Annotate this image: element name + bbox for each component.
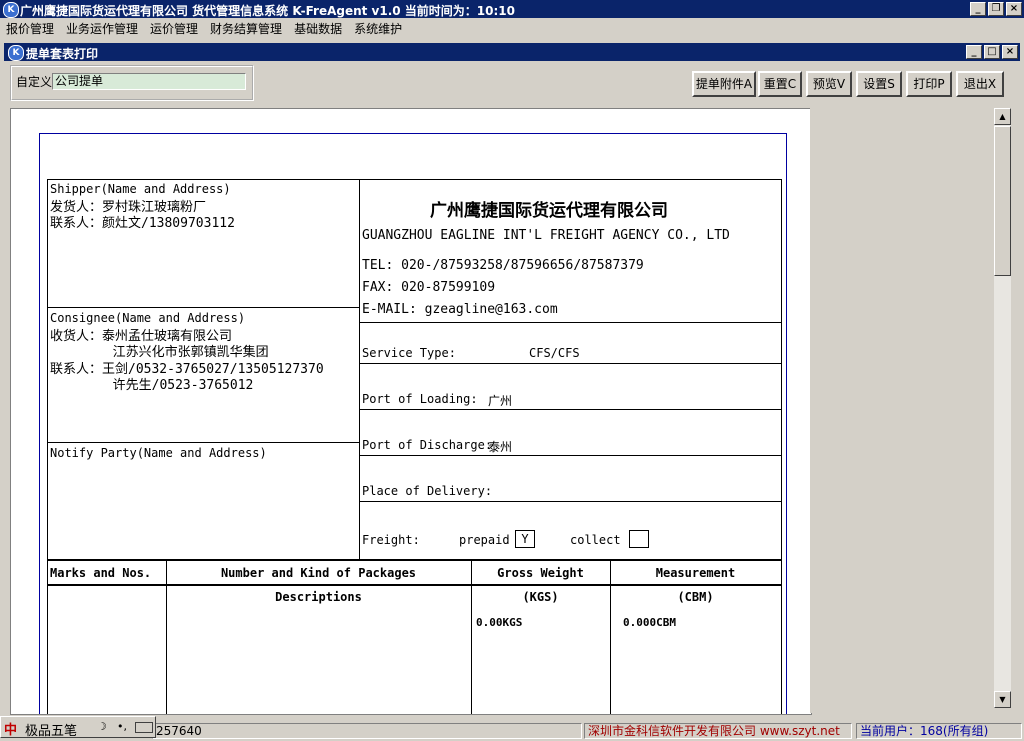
restore-icon[interactable]: ❐: [988, 2, 1004, 16]
descriptions-header: Descriptions: [275, 590, 362, 604]
scroll-up-icon[interactable]: ▲: [994, 108, 1011, 125]
shipper-header: Shipper(Name and Address): [50, 182, 231, 196]
measurement-value: 0.000CBM: [623, 616, 676, 629]
prepaid-box: Y: [515, 530, 535, 548]
attachment-button[interactable]: 提单附件A: [692, 71, 756, 97]
bill-of-lading-page: Shipper(Name and Address) 发货人：罗村珠江玻璃粉厂 联…: [39, 133, 787, 714]
gross-weight-header: Gross Weight: [497, 566, 584, 580]
ime-chinese-icon[interactable]: 中: [4, 719, 17, 738]
consignee-header: Consignee(Name and Address): [50, 311, 246, 325]
status-left: 257640: [152, 723, 582, 739]
close-icon[interactable]: ×: [1006, 2, 1022, 16]
minimize-icon[interactable]: _: [970, 2, 986, 16]
child-window-title-bar: K 提单套表打印 _ □ ×: [4, 43, 1020, 61]
kgs-unit: (KGS): [522, 590, 559, 604]
preview-background: [810, 108, 994, 713]
child-window-icon: K: [8, 45, 24, 61]
measurement-header: Measurement: [655, 566, 736, 580]
menu-bar: 报价管理 业务运作管理 运价管理 财务结算管理 基础数据 系统维护: [0, 18, 1024, 38]
app-title: 广州鹰捷国际货运代理有限公司 货代管理信息系统 K-FreAgent v1.0 …: [20, 4, 516, 18]
menu-rates[interactable]: 运价管理: [144, 20, 204, 37]
menu-finance[interactable]: 财务结算管理: [204, 20, 288, 37]
child-window-title: 提单套表打印: [26, 47, 99, 61]
app-title-bar: K 广州鹰捷国际货运代理有限公司 货代管理信息系统 K-FreAgent v1.…: [0, 0, 1024, 18]
cbm-unit: (CBM): [677, 590, 714, 604]
service-type-value: CFS/CFS: [529, 346, 580, 360]
child-minimize-icon[interactable]: _: [966, 45, 982, 59]
reset-button[interactable]: 重置C: [758, 71, 802, 97]
shipper-contact: 联系人：颜灶文/13809703112: [50, 216, 235, 231]
port-of-discharge-label: Port of Discharge:: [362, 438, 493, 452]
consignee-contact-2: 许先生/0523-3765012: [50, 378, 254, 393]
print-button[interactable]: 打印P: [906, 71, 952, 97]
menu-basic-data[interactable]: 基础数据: [288, 20, 348, 37]
gross-weight-value: 0.00KGS: [476, 616, 523, 629]
place-of-delivery-label: Place of Delivery:: [362, 484, 493, 498]
collect-label: collect: [570, 533, 621, 547]
company-name-cn: 广州鹰捷国际货运代理有限公司: [430, 201, 668, 221]
status-user: 当前用户：168(所有组): [856, 723, 1022, 739]
port-of-discharge-value: 泰州: [488, 440, 513, 454]
marks-header: Marks and Nos.: [50, 566, 152, 580]
child-maximize-icon[interactable]: □: [984, 45, 1000, 59]
port-of-loading-value: 广州: [488, 394, 513, 408]
service-type-label: Service Type:: [362, 346, 456, 360]
settings-button[interactable]: 设置S: [856, 71, 902, 97]
company-tel: TEL: 020-/87593258/87596656/87587379: [362, 258, 644, 273]
app-logo-icon: K: [3, 2, 19, 18]
ime-keyboard-icon[interactable]: [135, 722, 153, 733]
status-company: 深圳市金科信软件开发有限公司 www.szyt.net: [584, 723, 852, 739]
toolbar: 自定义 公司提单 提单附件A 重置C 预览V 设置S 打印P 退出X: [4, 61, 1020, 107]
child-close-icon[interactable]: ×: [1002, 45, 1018, 59]
company-name-en: GUANGZHOU EAGLINE INT'L FREIGHT AGENCY C…: [362, 228, 730, 243]
company-email: E-MAIL: gzeagline@163.com: [362, 302, 558, 317]
menu-quote[interactable]: 报价管理: [0, 20, 60, 37]
ime-halfwidth-icon[interactable]: ☽: [97, 720, 107, 733]
notify-header: Notify Party(Name and Address): [50, 446, 267, 460]
template-input[interactable]: 公司提单: [52, 73, 246, 90]
company-fax: FAX: 020-87599109: [362, 280, 496, 295]
print-preview-area[interactable]: Shipper(Name and Address) 发货人：罗村珠江玻璃粉厂 联…: [10, 108, 812, 715]
template-group: 自定义 公司提单: [10, 65, 254, 101]
exit-button[interactable]: 退出X: [956, 71, 1004, 97]
menu-operations[interactable]: 业务运作管理: [60, 20, 144, 37]
scroll-down-icon[interactable]: ▼: [994, 691, 1011, 708]
scroll-thumb[interactable]: [994, 126, 1011, 276]
collect-box: [629, 530, 649, 548]
packages-header: Number and Kind of Packages: [220, 566, 417, 580]
vertical-scrollbar[interactable]: ▲ ▼: [994, 108, 1011, 708]
ime-name: 极品五笔: [25, 724, 78, 739]
ime-punctuation-icon[interactable]: •,: [117, 720, 127, 733]
port-of-loading-label: Port of Loading:: [362, 392, 478, 406]
ime-toolbar[interactable]: 中 极品五笔 ☽ •,: [0, 716, 156, 739]
menu-system[interactable]: 系统维护: [348, 20, 408, 37]
freight-label: Freight:: [362, 533, 420, 547]
template-label: 自定义: [16, 75, 53, 89]
prepaid-label: prepaid: [459, 533, 510, 547]
preview-button[interactable]: 预览V: [806, 71, 852, 97]
